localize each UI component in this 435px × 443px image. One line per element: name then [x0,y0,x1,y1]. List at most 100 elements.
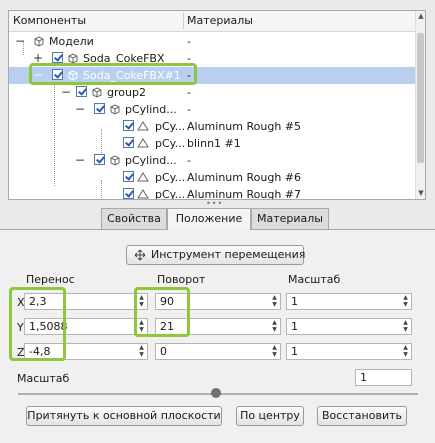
decrement-icon[interactable]: ▼ [137,302,146,308]
rotate-y-input[interactable]: 21 ▲ ▼ [155,318,281,335]
scale-y-stepper[interactable]: ▲ ▼ [401,320,410,333]
model-icon [68,70,78,81]
collapse-icon[interactable]: − [75,103,85,115]
translate-y-input[interactable]: 1,5088 ▲ ▼ [24,318,148,335]
translate-y-value: 1,5088 [29,320,68,333]
uniform-scale-input[interactable]: 1 [355,369,412,386]
translate-z-input[interactable]: -4,8 ▲ ▼ [24,343,148,360]
visibility-checkbox[interactable] [94,103,105,114]
decrement-icon[interactable]: ▼ [137,327,146,333]
column-materials[interactable]: Материалы [187,14,253,27]
scale-z-input[interactable]: 1 ▲ ▼ [286,343,412,360]
move-tool-icon [134,249,146,261]
decrement-icon[interactable]: ▼ [137,352,146,358]
rotate-y-stepper[interactable]: ▲ ▼ [270,320,279,333]
scroll-down-icon[interactable]: ▼ [417,189,425,197]
expand-icon[interactable]: + [33,52,43,64]
translate-header: Перенос [26,273,75,286]
tree-row-label: pCylind... [125,103,177,116]
move-tool-label: Инструмент перемещения [151,248,306,261]
visibility-checkbox[interactable] [76,86,87,97]
translate-x-input[interactable]: 2,3 ▲ ▼ [24,293,148,310]
decrement-icon[interactable]: ▼ [401,302,410,308]
restore-button[interactable]: Восстановить [317,406,407,426]
visibility-checkbox[interactable] [52,69,63,80]
tree-scrollbar[interactable]: ▲ ▼ [415,11,425,199]
tree-row-label: Soda_CokeFBX#1 [83,69,181,82]
scroll-up-icon[interactable]: ▲ [417,12,425,20]
tree-row-models[interactable]: − Модели - [9,33,415,50]
rotate-z-input[interactable]: 0 ▲ ▼ [155,343,281,360]
visibility-checkbox[interactable] [123,171,134,182]
tree-row-mesh[interactable]: pCy... Aluminum Rough #6 [9,169,415,186]
tree-row-pcylinder[interactable]: − pCylind... - [9,101,415,118]
mesh-group-icon [110,104,120,115]
move-tool-button[interactable]: Инструмент перемещения [126,245,306,265]
triangle-mesh-icon [137,121,149,131]
scale-x-input[interactable]: 1 ▲ ▼ [286,293,412,310]
scale-z-value: 1 [291,345,298,358]
tree-row-label: pCy... [155,171,186,184]
tree-row-label: group2 [107,86,146,99]
model-icon [34,36,44,47]
tree-row-material: - [187,35,191,48]
snap-to-ground-button[interactable]: Притянуть к основной плоскости [26,406,222,426]
rotate-x-value: 90 [160,295,174,308]
scale-z-stepper[interactable]: ▲ ▼ [401,345,410,358]
visibility-checkbox[interactable] [94,154,105,165]
tree-row-material: Aluminum Rough #7 [187,188,301,200]
scale-x-stepper[interactable]: ▲ ▼ [401,295,410,308]
visibility-checkbox[interactable] [52,52,63,63]
tab-properties[interactable]: Свойства [101,208,167,230]
scrollbar-thumb[interactable] [417,33,424,163]
rotate-z-stepper[interactable]: ▲ ▼ [270,345,279,358]
tree-row-label: pCy... [155,120,186,133]
tab-position[interactable]: Положение [167,208,251,230]
group-icon [92,87,102,98]
column-divider[interactable] [183,13,184,29]
decrement-icon[interactable]: ▼ [270,327,279,333]
translate-z-stepper[interactable]: ▲ ▼ [137,345,146,358]
rotate-x-stepper[interactable]: ▲ ▼ [270,295,279,308]
uniform-scale-label: Масштаб [17,372,70,385]
scale-x-value: 1 [291,295,298,308]
decrement-icon[interactable]: ▼ [270,352,279,358]
column-components[interactable]: Компоненты [13,14,86,27]
collapse-icon[interactable]: − [33,69,43,81]
tree-row-pcylinder[interactable]: − pCylind... - [9,152,415,169]
decrement-icon[interactable]: ▼ [401,352,410,358]
translate-x-stepper[interactable]: ▲ ▼ [137,295,146,308]
component-tree[interactable]: Компоненты Материалы − Модели - + Soda_C… [8,10,426,200]
tree-row-label: pCy... [155,137,186,150]
tree-row-material: - [187,154,191,167]
collapse-icon[interactable]: − [61,86,71,98]
decrement-icon[interactable]: ▼ [270,302,279,308]
visibility-checkbox[interactable] [123,120,134,131]
tree-row-mesh[interactable]: pCy... blinn1 #1 [9,135,415,152]
tree-row-mesh[interactable]: pCy... Aluminum Rough #7 [9,186,415,200]
triangle-mesh-icon [137,172,149,182]
tree-row-label: pCy... [155,188,186,200]
splitter-grip-icon[interactable]: ••• [206,199,223,208]
tree-header: Компоненты Материалы [9,11,415,32]
tree-row-soda-cokefbx-1[interactable]: − Soda_CokeFBX#1 - [9,67,415,84]
scale-y-input[interactable]: 1 ▲ ▼ [286,318,412,335]
axis-y-label: Y [17,321,24,334]
tree-row-group2[interactable]: − group2 - [9,84,415,101]
decrement-icon[interactable]: ▼ [401,327,410,333]
visibility-checkbox[interactable] [123,188,134,199]
scale-slider-handle[interactable] [211,388,221,398]
center-button[interactable]: По центру [236,406,304,426]
translate-y-stepper[interactable]: ▲ ▼ [137,320,146,333]
tree-row-mesh[interactable]: pCy... Aluminum Rough #5 [9,118,415,135]
rotate-x-input[interactable]: 90 ▲ ▼ [155,293,281,310]
visibility-checkbox[interactable] [123,137,134,148]
tree-row-soda-cokefbx[interactable]: + Soda_CokeFBX - [9,50,415,67]
tree-row-material: - [187,69,191,82]
rotate-header: Поворот [157,273,206,286]
collapse-icon[interactable]: − [15,35,25,47]
tree-row-material: - [187,86,191,99]
collapse-icon[interactable]: − [75,154,85,166]
tab-materials[interactable]: Материалы [251,208,329,230]
tree-row-material: - [187,103,191,116]
